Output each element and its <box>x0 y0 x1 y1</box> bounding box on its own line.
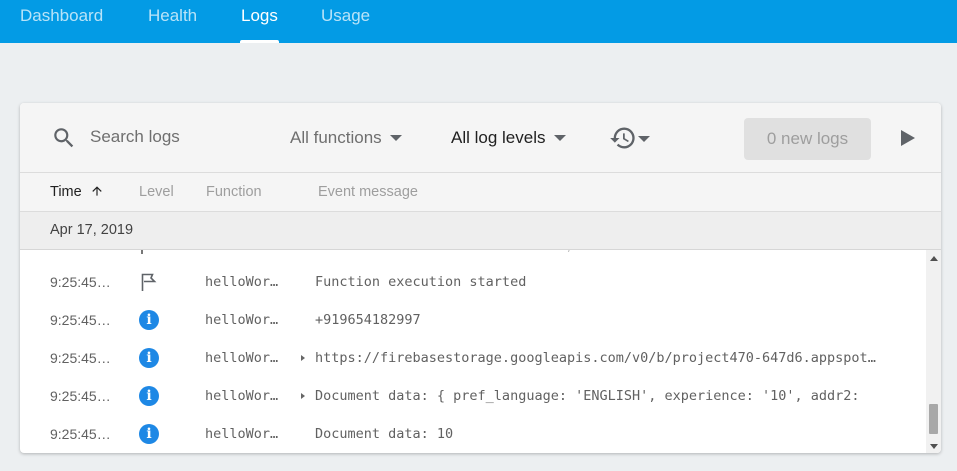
tab-logs[interactable]: Logs <box>240 0 279 43</box>
top-nav-bar: Dashboard Health Logs Usage <box>0 0 957 43</box>
date-group-label: Apr 17, 2019 <box>50 222 134 238</box>
date-group-header: Apr 17, 2019 <box>20 212 941 250</box>
info-icon-wrapper: i <box>139 310 159 330</box>
tab-usage[interactable]: Usage <box>321 0 370 43</box>
column-header-time[interactable]: Time <box>50 173 104 211</box>
scrollbar-thumb[interactable] <box>929 404 938 434</box>
log-message: Document data: { pref_language: 'ENGLISH… <box>315 388 860 404</box>
column-header-level: Level <box>139 184 174 200</box>
info-icon: i <box>139 386 159 406</box>
log-message: +919654182997 <box>315 312 421 328</box>
column-header-function: Function <box>206 184 262 200</box>
log-message: Document data: 10 <box>315 426 454 442</box>
play-icon[interactable] <box>898 128 918 148</box>
column-header-message: Event message <box>318 184 418 200</box>
scroll-up-arrow-icon[interactable] <box>930 256 938 261</box>
logs-card: All functions All log levels 0 new logs … <box>20 103 941 453</box>
partially-scrolled-row <box>20 250 926 258</box>
tab-logs-label: Logs <box>241 6 278 25</box>
log-row[interactable]: 9:25:45… i helloWor… https://firebasesto… <box>20 339 926 377</box>
scroll-down-arrow-icon[interactable] <box>930 444 938 449</box>
chevron-down-icon <box>638 136 650 142</box>
row-fragment <box>563 250 572 252</box>
flag-icon <box>141 273 157 291</box>
log-row[interactable]: 9:25:45… i helloWor… Document data: { pr… <box>20 377 926 415</box>
log-list: 9:25:45… helloWor… Function execution st… <box>20 250 926 453</box>
arrow-up-icon <box>92 186 102 196</box>
log-row[interactable]: 9:25:45… i helloWor… +919654182997 <box>20 301 926 339</box>
active-tab-indicator <box>240 40 279 43</box>
new-logs-button[interactable]: 0 new logs <box>744 118 871 160</box>
info-icon-wrapper: i <box>139 348 159 368</box>
tab-usage-label: Usage <box>321 6 371 25</box>
tab-health-label: Health <box>148 6 198 25</box>
row-fragment <box>141 250 143 254</box>
log-time: 9:25:45… <box>50 274 111 290</box>
history-icon <box>610 127 635 149</box>
info-icon: i <box>139 348 159 368</box>
time-range-button[interactable] <box>608 122 664 154</box>
log-message: https://firebasestorage.googleapis.com/v… <box>315 350 880 366</box>
column-header-time-label: Time <box>50 184 82 200</box>
info-icon-wrapper: i <box>139 424 159 444</box>
log-function: helloWor… <box>205 350 279 366</box>
functions-filter-label: All functions <box>290 128 382 147</box>
expand-arrow-icon[interactable] <box>301 355 305 361</box>
table-header: Time Level Function Event message <box>20 173 941 212</box>
new-logs-label: 0 new logs <box>766 129 849 148</box>
info-icon: i <box>139 310 159 330</box>
log-row[interactable]: 9:25:45… helloWor… Function execution st… <box>20 263 926 301</box>
info-icon: i <box>139 424 159 444</box>
tab-dashboard-label: Dashboard <box>20 6 104 25</box>
log-time: 9:25:45… <box>50 388 111 404</box>
functions-filter-dropdown[interactable]: All functions <box>290 124 402 152</box>
chevron-down-icon <box>553 134 566 141</box>
log-level-filter-label: All log levels <box>451 128 546 147</box>
tab-dashboard[interactable]: Dashboard <box>20 0 103 43</box>
log-function: helloWor… <box>205 312 279 328</box>
expand-arrow-icon[interactable] <box>301 393 305 399</box>
info-icon-wrapper: i <box>139 386 159 406</box>
search-icon <box>54 128 74 148</box>
log-function: helloWor… <box>205 274 279 290</box>
chevron-down-icon <box>389 134 402 141</box>
log-list-scrollbar[interactable] <box>926 250 941 453</box>
log-row[interactable]: 9:25:45… i helloWor… Document data: 10 <box>20 415 926 453</box>
log-function: helloWor… <box>205 426 279 442</box>
log-time: 9:25:45… <box>50 312 111 328</box>
log-time: 9:25:45… <box>50 426 111 442</box>
log-message: Function execution started <box>315 274 527 290</box>
search-logs-input[interactable] <box>90 123 270 151</box>
logs-toolbar: All functions All log levels 0 new logs <box>20 103 941 173</box>
log-level-filter-dropdown[interactable]: All log levels <box>451 124 566 152</box>
log-function: helloWor… <box>205 388 279 404</box>
tab-health[interactable]: Health <box>148 0 197 43</box>
log-time: 9:25:45… <box>50 350 111 366</box>
